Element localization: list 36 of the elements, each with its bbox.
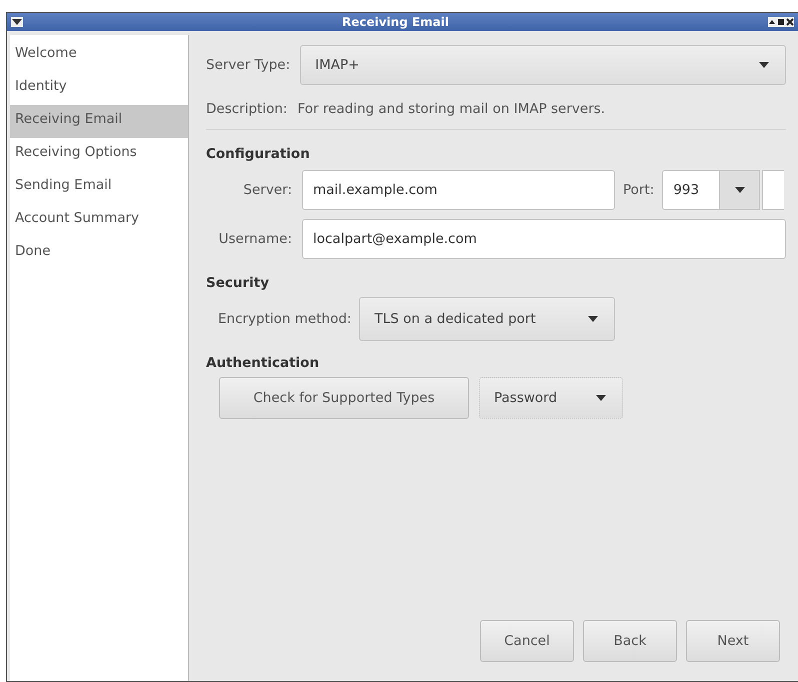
section-heading: Security [206, 275, 270, 291]
sidebar-item[interactable]: Account Summary [10, 204, 188, 237]
encryption-method-label: Encryption method: [218, 311, 352, 327]
dialog-button[interactable]: Next [686, 620, 780, 662]
caret-icon [588, 316, 598, 322]
port-extra-field[interactable] [762, 170, 784, 210]
sidebar-item[interactable]: Identity [10, 72, 188, 105]
sidebar-item[interactable]: Receiving Options [10, 138, 188, 171]
sidebar-item[interactable]: Welcome [10, 39, 188, 72]
section-heading: Authentication [206, 355, 320, 371]
caret-icon [12, 19, 22, 25]
port-label: Port: [623, 182, 654, 198]
dialog-button[interactable]: Cancel [480, 620, 574, 662]
window-title: Receiving Email [340, 15, 450, 29]
dialog-button[interactable]: Back [583, 620, 677, 662]
authentication-method-dropdown[interactable]: Password [479, 377, 623, 419]
window-menu-icon[interactable] [11, 17, 23, 27]
sidebar-item[interactable]: Receiving Email [10, 105, 188, 138]
caret-icon [759, 62, 769, 68]
description-text: For reading and storing mail on IMAP servers. [297, 101, 606, 117]
description-label: Description: [206, 101, 288, 117]
caret-icon [596, 395, 606, 401]
server-label: Server: [242, 182, 292, 198]
sidebar-item[interactable]: Sending Email [10, 171, 188, 204]
server-type-label: Server Type: [206, 57, 290, 73]
username-label: Username: [218, 231, 292, 247]
window-controls-icon[interactable] [768, 17, 794, 27]
server-type-dropdown[interactable]: IMAP+ [300, 45, 786, 85]
sidebar-item[interactable]: Done [10, 237, 188, 270]
check-supported-types-button[interactable]: Check for Supported Types [219, 377, 469, 419]
server-field[interactable]: mail.example.com [302, 170, 615, 210]
encryption-method-dropdown[interactable]: TLS on a dedicated port [359, 297, 616, 341]
username-field[interactable]: localpart@example.com [302, 219, 786, 259]
port-field[interactable]: 993 [662, 170, 720, 210]
section-heading: Configuration [206, 146, 311, 162]
caret-icon [734, 187, 745, 193]
